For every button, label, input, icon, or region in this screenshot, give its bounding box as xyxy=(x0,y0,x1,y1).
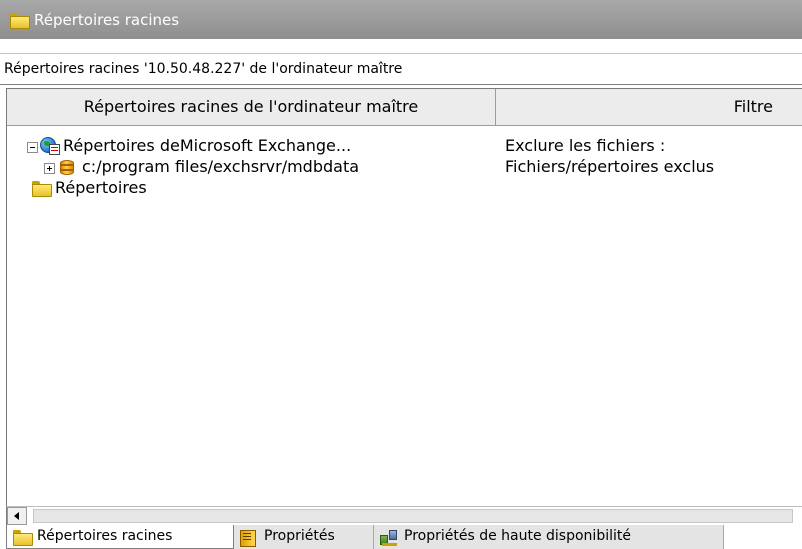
tab-label: Propriétés de haute disponibilité xyxy=(404,528,631,544)
column-header-filter[interactable]: Filtre xyxy=(496,89,802,126)
root-directories-info-bar: Répertoires racines '10.50.48.227' de l'… xyxy=(0,53,802,85)
title-bar: Répertoires racines xyxy=(0,0,802,39)
scroll-left-arrow-icon[interactable] xyxy=(7,507,27,525)
window-title: Répertoires racines xyxy=(34,10,180,29)
collapse-toggle[interactable] xyxy=(27,142,38,153)
folder-icon xyxy=(10,12,30,29)
bottom-tab-bar: Répertoires racines Propriétés Propriété… xyxy=(0,525,802,549)
tree-item-label: Répertoires deMicrosoft Exchange... xyxy=(63,136,352,155)
cluster-icon xyxy=(380,530,398,546)
tree-item-label: c:/program files/exchsrvr/mdbdata xyxy=(82,157,360,176)
database-icon xyxy=(60,158,74,176)
tab-properties[interactable]: Propriétés xyxy=(234,525,374,549)
tab-label: Répertoires racines xyxy=(37,528,173,544)
expand-toggle[interactable] xyxy=(44,163,55,174)
tab-label: Propriétés xyxy=(264,528,335,544)
folder-icon xyxy=(13,530,33,546)
tab-root-directories[interactable]: Répertoires racines xyxy=(6,525,234,549)
exchange-globe-icon xyxy=(40,137,60,155)
properties-book-icon xyxy=(240,530,256,547)
filter-cell: Fichiers/répertoires exclus xyxy=(505,157,715,176)
column-header-root-directories[interactable]: Répertoires racines de l'ordinateur maît… xyxy=(7,89,496,126)
root-directories-grid: Répertoires racines de l'ordinateur maît… xyxy=(6,88,802,506)
horizontal-scrollbar[interactable] xyxy=(6,506,802,525)
folder-icon xyxy=(32,181,52,197)
tab-high-availability-properties[interactable]: Propriétés de haute disponibilité xyxy=(374,525,724,549)
tree-item-label: Répertoires xyxy=(55,178,147,197)
scrollbar-thumb[interactable] xyxy=(33,509,793,523)
filter-cell: Exclure les fichiers : xyxy=(505,136,666,155)
